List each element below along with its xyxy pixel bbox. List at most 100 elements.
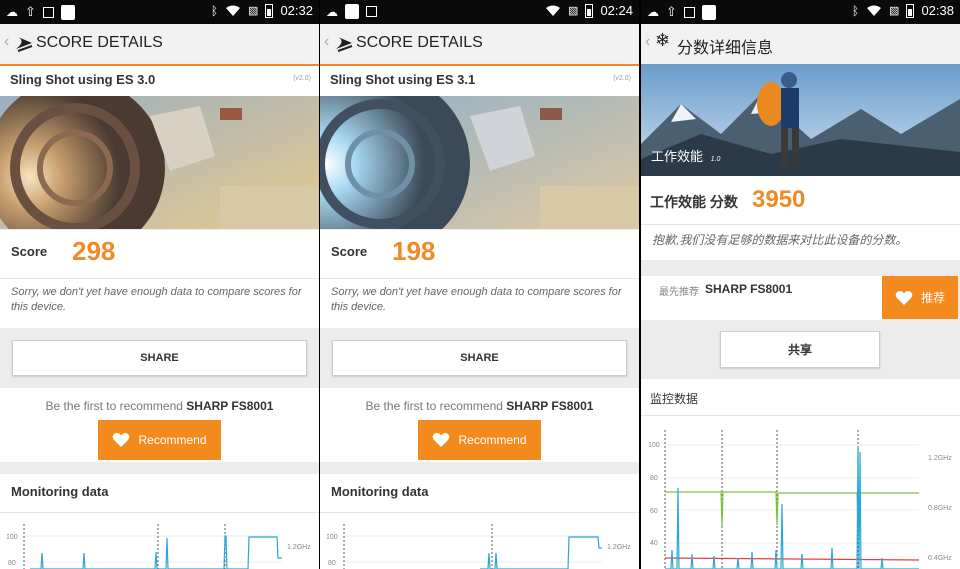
weather-icon: ☁ (6, 5, 18, 19)
app-notification-icon (345, 4, 359, 19)
recommend-label: Recommend (138, 433, 207, 447)
monitoring-title: 监控数据 (650, 392, 699, 406)
sling-shot-banner-image (320, 96, 639, 229)
test-name: Sling Shot using ES 3.1 (330, 72, 476, 87)
recommend-card: Be the first to recommend SHARP FS8001 R… (0, 388, 319, 462)
recommend-prompt: Be the first to recommend (45, 399, 183, 413)
app-bar: ‹ SCORE DETAILS (320, 24, 639, 66)
recommend-label: 推荐 (920, 291, 945, 305)
bluetooth-icon: ᛒ (851, 3, 860, 18)
battery-icon (265, 3, 274, 18)
recommend-button[interactable]: 推荐 (882, 276, 958, 319)
heart-icon (433, 433, 450, 447)
status-time: 02:38 (921, 3, 954, 18)
score-value: 3950 (752, 186, 806, 213)
monitoring-chart: 100 80 1.2GHz (326, 524, 631, 569)
no-comparison-text: Sorry, we don't yet have enough data to … (11, 286, 302, 313)
test-version: (v2.0) (293, 75, 311, 82)
no-comparison-text: Sorry, we don't yet have enough data to … (331, 286, 622, 313)
no-sim-icon: ▧ (568, 5, 579, 17)
weather-icon: ☁ (647, 5, 659, 19)
panel-sling-shot-es30: ☁ ⇧ ᛒ ▧ 02:32 ‹ SCORE DETAILS Sling Shot… (0, 0, 319, 569)
recommend-label: Recommend (458, 433, 527, 447)
status-time: 02:24 (600, 3, 633, 18)
weather-icon: ☁ (326, 4, 338, 19)
back-chevron-icon[interactable]: ‹ (4, 33, 9, 51)
wifi-icon (546, 5, 561, 16)
3dmark-snowflake-logo-icon: ❄ (655, 30, 671, 50)
no-sim-icon: ▧ (889, 5, 900, 17)
score-card: Score 298 Sorry, we don't yet have enoug… (0, 230, 319, 328)
temperature-series (664, 557, 920, 561)
recommend-prompt: 最先推荐 (659, 287, 699, 298)
page-title: 分数详细信息 (677, 40, 774, 57)
y-tick-60: 60 (650, 508, 658, 515)
cpu-load-series (480, 536, 602, 569)
wifi-icon (867, 5, 882, 16)
monitoring-chart: 100 80 1.2GHz (6, 524, 311, 569)
y-tick-80: 80 (650, 475, 658, 482)
score-label: Score (11, 244, 48, 259)
3dmark-logo-icon (16, 37, 33, 52)
freq-tick-0-8: 0.8GHz (928, 505, 952, 512)
upload-icon: ⇧ (25, 4, 36, 19)
freq-tick-1-2: 1.2GHz (928, 455, 952, 462)
sling-shot-banner-image (0, 96, 319, 229)
cpu-load-series (30, 535, 282, 569)
share-button[interactable]: SHARE (12, 340, 307, 376)
panel-work-performance: ☁ ⇧ ᛒ ▧ 02:38 ‹ ❄ 分数详细信息 工作效能 1.0 工作效能 分… (641, 0, 960, 569)
page-title: SCORE DETAILS (36, 34, 163, 51)
app-bar: ‹ SCORE DETAILS (0, 24, 319, 66)
cpu-load-series (665, 445, 919, 569)
recommend-button[interactable]: Recommend (98, 420, 221, 460)
monitoring-title: Monitoring data (11, 484, 109, 499)
status-bar: ☁ ▧ 02:24 (320, 0, 639, 24)
app-bar: ‹ ❄ 分数详细信息 (641, 24, 960, 64)
test-version: (v2.0) (613, 75, 631, 82)
monitoring-title: Monitoring data (331, 484, 429, 499)
battery-icon (585, 3, 594, 18)
recommend-card: Be the first to recommend SHARP FS8001 R… (320, 388, 639, 462)
recommend-card: 最先推荐 SHARP FS8001 (641, 276, 882, 320)
test-name: Sling Shot using ES 3.0 (10, 72, 156, 87)
app-notification-icon (60, 4, 75, 20)
recommend-button[interactable]: Recommend (418, 420, 541, 460)
back-chevron-icon[interactable]: ‹ (324, 33, 329, 51)
freq-tick: 1.2GHz (287, 544, 311, 551)
share-button[interactable]: SHARE (332, 340, 627, 376)
app-notification-icon (701, 4, 716, 20)
no-sim-icon: ▧ (248, 5, 259, 17)
y-tick-100: 100 (326, 534, 338, 541)
score-label: 工作效能 分数 (650, 194, 738, 210)
status-bar: ☁ ⇧ ᛒ ▧ 02:38 (641, 0, 960, 24)
device-name: SHARP FS8001 (506, 399, 594, 413)
page-title: SCORE DETAILS (356, 34, 483, 51)
recommend-prompt: Be the first to recommend (365, 399, 503, 413)
no-comparison-text: 抱歉,我们没有足够的数据来对比此设备的分数。 (652, 233, 908, 247)
freq-tick: 1.2GHz (607, 544, 631, 551)
image-icon (366, 6, 377, 17)
panel-sling-shot-es31: ☁ ▧ 02:24 ‹ SCORE DETAILS Sling Shot usi… (320, 0, 639, 569)
share-button[interactable]: 共享 (720, 331, 880, 368)
banner-version: 1.0 (710, 156, 721, 163)
y-tick-100: 100 (648, 442, 660, 449)
wifi-icon (226, 5, 241, 16)
device-name: SHARP FS8001 (186, 399, 274, 413)
score-value: 198 (392, 236, 436, 266)
score-card: 工作效能 分数 3950 抱歉,我们没有足够的数据来对比此设备的分数。 (641, 176, 960, 260)
heart-icon (895, 290, 913, 305)
bluetooth-icon: ᛒ (210, 3, 219, 18)
upload-icon: ⇧ (666, 4, 677, 19)
score-label: Score (331, 244, 368, 259)
banner-title: 工作效能 (651, 149, 704, 164)
y-tick-40: 40 (650, 540, 658, 547)
y-tick-80: 80 (328, 560, 336, 567)
score-card: Score 198 Sorry, we don't yet have enoug… (320, 230, 639, 328)
gpu-frequency-series (665, 491, 919, 527)
image-icon (683, 6, 695, 18)
3dmark-logo-icon (336, 37, 353, 52)
battery-icon (906, 3, 915, 18)
back-chevron-icon[interactable]: ‹ (645, 33, 650, 51)
monitoring-chart: 100 80 60 40 1.2GHz 0.8GHz 0.4GHz (648, 430, 952, 569)
score-value: 298 (72, 236, 116, 266)
